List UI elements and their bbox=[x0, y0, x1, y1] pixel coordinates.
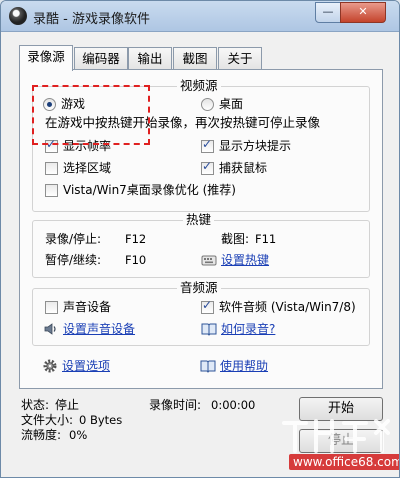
how-to-record-link[interactable]: 如何录音? bbox=[221, 321, 275, 337]
tab-video-source[interactable]: 录像源 bbox=[19, 45, 73, 71]
speaker-icon bbox=[44, 323, 56, 335]
hotkey-group: 热键 录像/停止: F12 截图: F11 暂停/继续: F10 设置热键 bbox=[32, 212, 370, 278]
smoothness-label: 流畅度: bbox=[21, 428, 62, 442]
audio-source-legend: 音频源 bbox=[177, 280, 221, 296]
app-window: 录酷 - 游戏录像软件 — ✕ 录像源 编码器 输出 截图 关于 视频源 游戏 … bbox=[0, 0, 400, 478]
tab-screenshot[interactable]: 截图 bbox=[173, 47, 217, 69]
software-audio-checkbox[interactable]: ✓ bbox=[201, 298, 214, 314]
check-icon: ✓ bbox=[202, 137, 213, 151]
help-book-icon bbox=[200, 360, 216, 373]
tab-encoder[interactable]: 编码器 bbox=[74, 47, 128, 69]
pause-resume-value: F10 bbox=[125, 253, 147, 267]
close-button[interactable]: ✕ bbox=[340, 2, 386, 23]
minimize-button[interactable]: — bbox=[315, 2, 341, 23]
radio-desktop[interactable] bbox=[201, 98, 214, 111]
check-icon: ✓ bbox=[202, 159, 213, 173]
title-bar[interactable]: 录酷 - 游戏录像软件 — ✕ bbox=[1, 1, 399, 32]
capture-mouse-checkbox[interactable]: ✓ bbox=[201, 159, 214, 175]
tab-about[interactable]: 关于 bbox=[218, 47, 262, 69]
app-logo-icon bbox=[9, 7, 27, 25]
sound-device-checkbox[interactable] bbox=[45, 301, 58, 314]
status-value: 停止 bbox=[55, 398, 80, 412]
pause-resume-label: 暂停/继续: bbox=[45, 253, 102, 267]
select-region-checkbox[interactable] bbox=[45, 162, 58, 175]
help-link[interactable]: 使用帮助 bbox=[220, 358, 268, 374]
vista-optimize-checkbox[interactable] bbox=[45, 184, 58, 197]
sound-device-label[interactable]: 声音设备 bbox=[63, 299, 111, 315]
set-hotkey-link[interactable]: 设置热键 bbox=[221, 252, 269, 268]
help-book-icon bbox=[201, 323, 217, 336]
settings-link[interactable]: 设置选项 bbox=[62, 358, 110, 374]
software-audio-label[interactable]: 软件音频 (Vista/Win7/8) bbox=[219, 299, 356, 315]
record-time-value: 0:00:00 bbox=[211, 398, 256, 412]
smoothness-value: 0% bbox=[69, 428, 88, 442]
tab-output[interactable]: 输出 bbox=[128, 47, 172, 69]
hotkey-legend: 热键 bbox=[183, 212, 215, 228]
vista-optimize-label[interactable]: Vista/Win7桌面录像优化 (推荐) bbox=[63, 182, 236, 198]
video-source-legend: 视频源 bbox=[177, 78, 221, 94]
show-block-hint-label[interactable]: 显示方块提示 bbox=[219, 138, 291, 154]
capture-mouse-label[interactable]: 捕获鼠标 bbox=[219, 160, 267, 176]
set-sound-device-link[interactable]: 设置声音设备 bbox=[63, 321, 135, 337]
keyboard-icon bbox=[201, 255, 217, 266]
filesize-label: 文件大小: bbox=[21, 413, 74, 427]
record-stop-label: 录像/停止: bbox=[45, 232, 102, 246]
screenshot-value: F11 bbox=[255, 232, 277, 246]
record-stop-value: F12 bbox=[125, 232, 147, 246]
window-title: 录酷 - 游戏录像软件 bbox=[33, 12, 150, 27]
screenshot-label: 截图: bbox=[221, 232, 250, 246]
radio-desktop-label[interactable]: 桌面 bbox=[219, 96, 243, 112]
select-region-label[interactable]: 选择区域 bbox=[63, 160, 111, 176]
audio-source-group: 音频源 声音设备 ✓ 软件音频 (Vista/Win7/8) 设置声音设备 如何… bbox=[32, 280, 370, 346]
status-label: 状态: bbox=[21, 398, 50, 412]
gear-icon bbox=[43, 359, 57, 373]
annotation-highlight-box bbox=[32, 85, 150, 145]
filesize-value: 0 Bytes bbox=[79, 413, 123, 427]
watermark-text: www.office68.com bbox=[289, 454, 399, 470]
show-block-hint-checkbox[interactable]: ✓ bbox=[201, 137, 214, 153]
check-icon: ✓ bbox=[202, 298, 213, 312]
record-time-label: 录像时间: bbox=[149, 398, 202, 412]
